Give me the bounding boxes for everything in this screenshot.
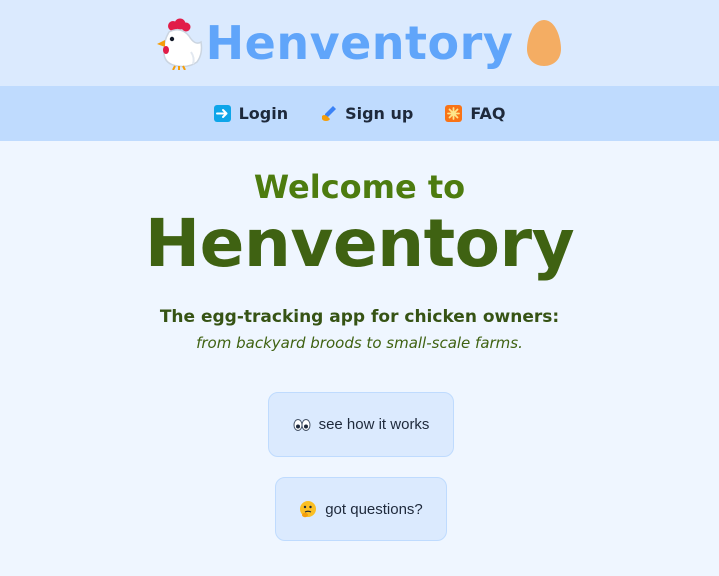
hero-tagline: The egg-tracking app for chicken owners: (159, 307, 560, 327)
nav-signup-label: Sign up (345, 104, 414, 123)
nav-faq-link[interactable]: FAQ (445, 104, 505, 123)
egg-icon (526, 19, 562, 67)
nav-login-link[interactable]: Login (213, 104, 289, 123)
eyes-icon (293, 416, 311, 434)
nav-faq-label: FAQ (470, 104, 506, 123)
main-nav: Login Sign up FAQ (0, 86, 719, 141)
see-how-it-works-label: see how it works (318, 416, 430, 433)
thinking-face-icon (299, 500, 317, 518)
nav-login-label: Login (238, 104, 289, 123)
hero-tagline-sub: from backyard broods to small-scale farm… (196, 334, 523, 352)
got-questions-label: got questions? (325, 500, 423, 518)
hero-title: Henventory (144, 205, 575, 282)
got-questions-button[interactable]: got questions? (275, 477, 447, 541)
nav-signup-link[interactable]: Sign up (320, 104, 413, 123)
writing-hand-icon (320, 105, 337, 122)
sparkle-icon (445, 105, 463, 122)
hero-kicker: Welcome to (253, 168, 466, 206)
brand-title: Henventory (205, 16, 514, 70)
see-how-it-works-button[interactable]: see how it works (268, 392, 454, 457)
right-arrow-icon (213, 105, 231, 122)
site-header: Henventory (0, 0, 719, 86)
